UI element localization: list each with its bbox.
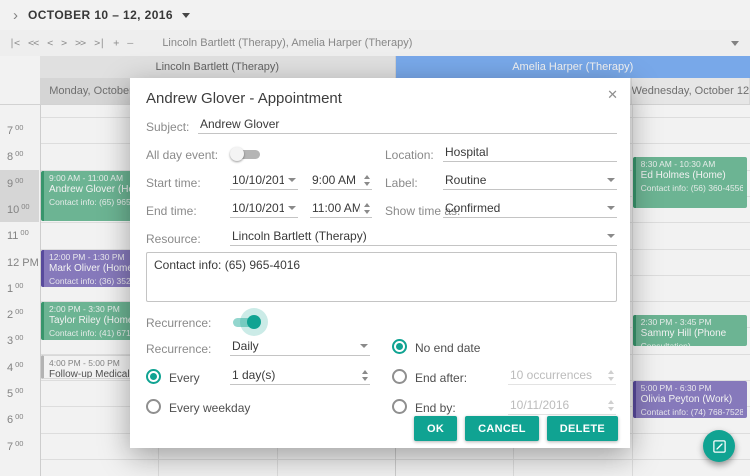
radio-end-by[interactable]: [392, 399, 407, 414]
label-label: Label:: [385, 176, 418, 190]
delete-button[interactable]: DELETE: [547, 416, 618, 441]
every-interval-value: 1 day(s): [232, 368, 275, 382]
scheduler-app: › OCTOBER 10 – 12, 2016 |<<<<>>>>|+– Lin…: [0, 0, 750, 476]
radio-every[interactable]: [146, 369, 161, 384]
recurrence-type-dropdown[interactable]: Daily: [230, 337, 370, 356]
label-value: Routine: [445, 173, 486, 187]
resource-dropdown[interactable]: Lincoln Bartlett (Therapy): [230, 227, 617, 246]
end-after-input[interactable]: 10 occurrences: [508, 366, 616, 385]
end-after-value: 10 occurrences: [510, 368, 592, 382]
radio-no-end-date[interactable]: [392, 339, 407, 354]
start-time-value: 9:00 AM: [312, 173, 356, 187]
recurrence-toggle-label: Recurrence:: [146, 316, 211, 330]
location-label: Location:: [385, 148, 434, 162]
subject-label: Subject:: [146, 120, 189, 134]
cancel-button[interactable]: CANCEL: [465, 416, 539, 441]
end-by-value: 10/11/2016: [510, 398, 569, 412]
end-date-picker[interactable]: 10/10/2016: [230, 199, 298, 218]
recurrence-toggle[interactable]: [230, 314, 264, 330]
end-date-value: 10/10/2016: [232, 201, 284, 215]
end-by-label: End by:: [415, 401, 456, 415]
spinner-icons[interactable]: [608, 370, 614, 381]
start-time-label: Start time:: [146, 176, 201, 190]
all-day-toggle[interactable]: [230, 146, 264, 162]
spinner-icons[interactable]: [362, 370, 368, 381]
appointment-dialog: Andrew Glover - Appointment ✕ Subject: A…: [130, 78, 630, 448]
new-appointment-fab[interactable]: [703, 430, 735, 462]
location-input[interactable]: [443, 143, 617, 162]
end-by-input[interactable]: 10/11/2016: [508, 396, 616, 415]
dropdown-caret-icon: [360, 344, 368, 348]
subject-input[interactable]: [198, 115, 617, 134]
every-weekday-label: Every weekday: [169, 401, 250, 415]
spinner-icons[interactable]: [364, 203, 370, 214]
dialog-title: Andrew Glover - Appointment: [146, 90, 342, 107]
resource-value: Lincoln Bartlett (Therapy): [232, 229, 367, 243]
toggle-knob: [230, 147, 244, 161]
dropdown-caret-icon: [288, 178, 296, 182]
start-date-picker[interactable]: 10/10/2016: [230, 171, 298, 190]
recurrence-type-label: Recurrence:: [146, 342, 211, 356]
toggle-knob: [247, 315, 261, 329]
start-time-spinner[interactable]: 9:00 AM: [310, 171, 372, 190]
dropdown-caret-icon: [607, 206, 615, 210]
close-icon[interactable]: ✕: [607, 87, 618, 103]
dropdown-caret-icon: [288, 206, 296, 210]
radio-end-after[interactable]: [392, 369, 407, 384]
every-label: Every: [169, 371, 200, 385]
resource-label: Resource:: [146, 232, 201, 246]
radio-every-weekday[interactable]: [146, 399, 161, 414]
end-time-spinner[interactable]: 11:00 AM: [310, 199, 372, 218]
dropdown-caret-icon: [607, 234, 615, 238]
show-time-as-value: Confirmed: [445, 201, 500, 215]
end-time-label: End time:: [146, 204, 197, 218]
spinner-icons[interactable]: [364, 175, 370, 186]
notes-textarea[interactable]: Contact info: (65) 965-4016: [146, 252, 617, 302]
recurrence-type-value: Daily: [232, 339, 259, 353]
label-dropdown[interactable]: Routine: [443, 171, 617, 190]
show-time-as-dropdown[interactable]: Confirmed: [443, 199, 617, 218]
dialog-button-row: OK CANCEL DELETE: [414, 416, 618, 441]
spinner-icons[interactable]: [608, 400, 614, 411]
no-end-date-label: No end date: [415, 341, 480, 355]
edit-icon: [712, 439, 727, 454]
ok-button[interactable]: OK: [414, 416, 457, 441]
start-date-value: 10/10/2016: [232, 173, 284, 187]
end-after-label: End after:: [415, 371, 467, 385]
end-time-value: 11:00 AM: [312, 201, 360, 215]
dropdown-caret-icon: [607, 178, 615, 182]
all-day-label: All day event:: [146, 148, 218, 162]
every-interval-spinner[interactable]: 1 day(s): [230, 366, 370, 385]
